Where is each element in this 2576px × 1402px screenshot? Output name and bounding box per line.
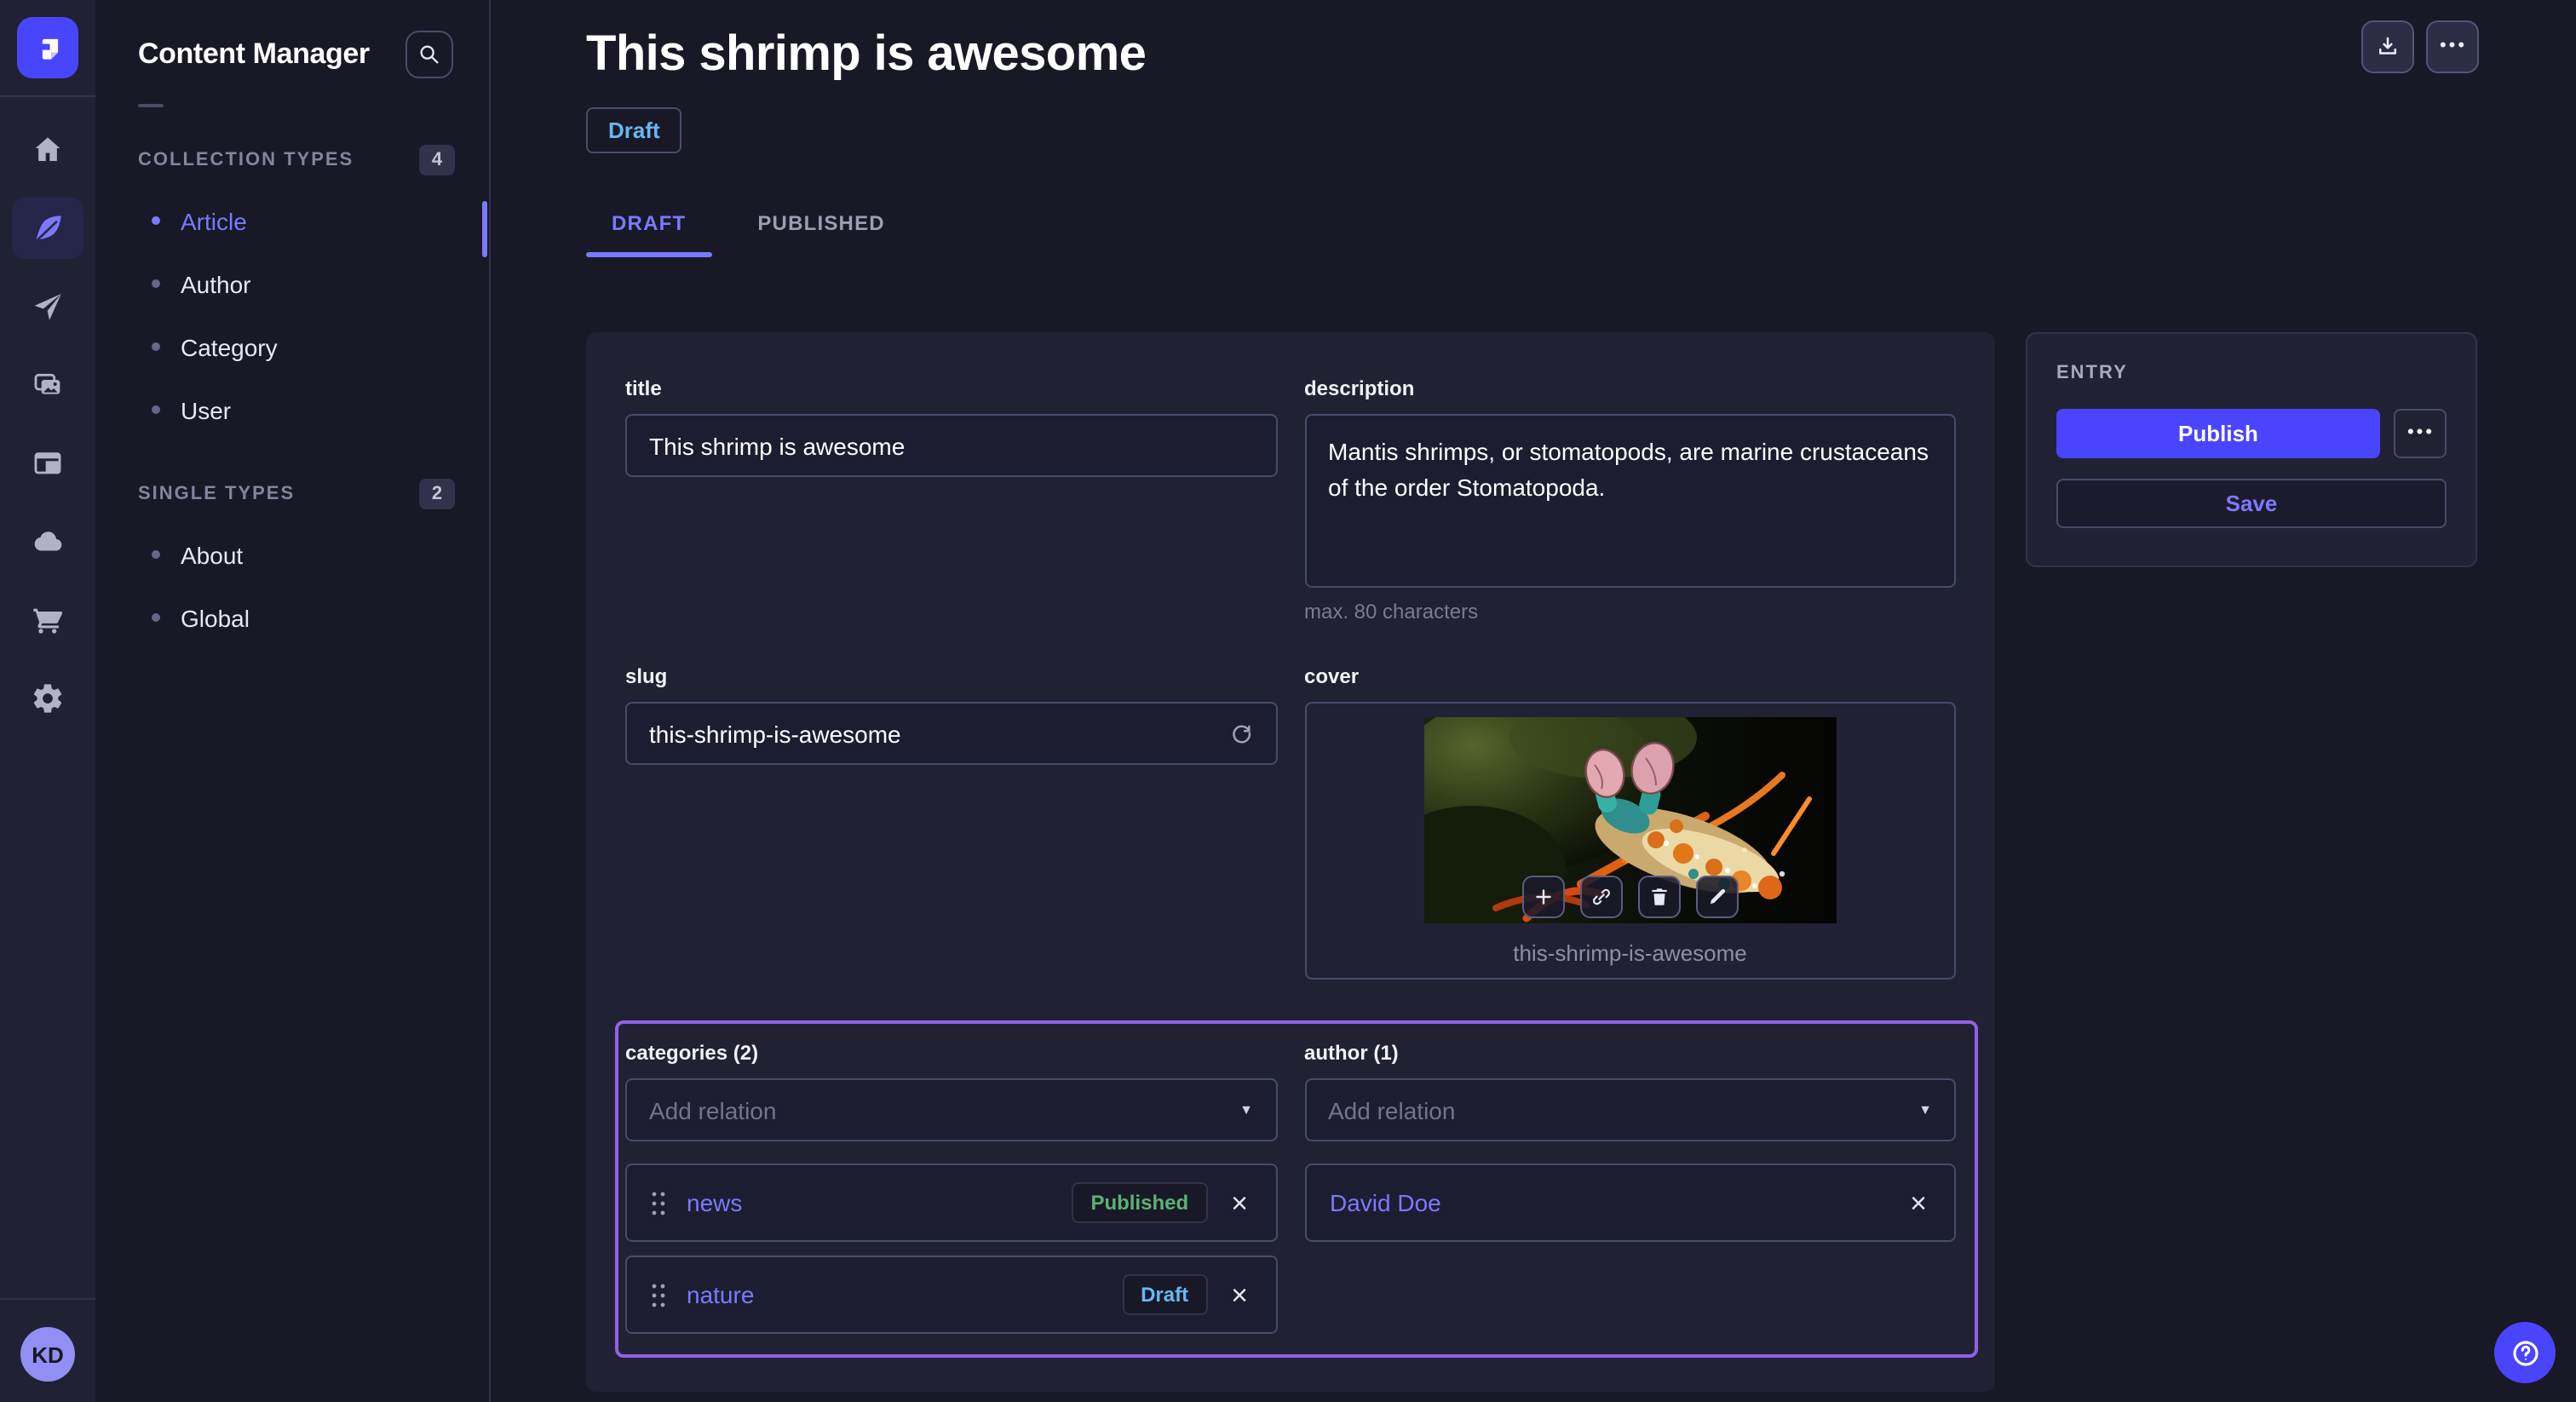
section-label-collection-types: COLLECTION TYPES [138, 150, 354, 170]
status-pill-published: Published [1072, 1182, 1207, 1223]
remove-relation-icon[interactable]: × [1228, 1188, 1251, 1217]
add-media-button[interactable] [1522, 876, 1565, 918]
categories-label: categories (2) [625, 1041, 1277, 1065]
status-badge: Draft [586, 107, 682, 153]
page-title: This shrimp is awesome [586, 27, 2481, 83]
cover-card: this-shrimp-is-awesome [1304, 702, 1956, 980]
status-pill-draft: Draft [1122, 1274, 1207, 1315]
help-button[interactable] [2494, 1322, 2556, 1383]
drag-handle-icon[interactable] [651, 1282, 666, 1307]
relation-row-david-doe: David Doe × [1304, 1164, 1956, 1242]
sidebar-item-article[interactable]: Article [95, 189, 489, 252]
save-button[interactable]: Save [2056, 479, 2447, 528]
app-window: KD Content Manager COLLECTION TYPES 4 Ar… [0, 0, 2576, 1402]
remove-relation-icon[interactable]: × [1228, 1280, 1251, 1309]
delete-media-button[interactable] [1638, 876, 1681, 918]
edit-media-button[interactable] [1696, 876, 1739, 918]
version-tabs: DRAFT PUBLISHED [586, 198, 2481, 257]
subnav-scrollbar-thumb[interactable] [482, 201, 487, 257]
more-actions-button[interactable]: ••• [2426, 20, 2479, 73]
entry-panel-label: ENTRY [2056, 363, 2447, 383]
relation-link-david-doe[interactable]: David Doe [1330, 1189, 1441, 1216]
publish-button[interactable]: Publish [2056, 409, 2380, 458]
remove-relation-icon[interactable]: × [1906, 1188, 1930, 1217]
bullet-icon [152, 342, 160, 351]
sidebar-item-global[interactable]: Global [95, 586, 489, 649]
relation-row-nature: nature Draft × [625, 1255, 1277, 1334]
title-label: title [625, 376, 1277, 400]
drag-handle-icon[interactable] [651, 1190, 666, 1215]
tab-published[interactable]: PUBLISHED [732, 198, 911, 257]
bullet-icon [152, 405, 160, 414]
description-hint: max. 80 characters [1304, 600, 1956, 623]
home-icon[interactable] [12, 119, 83, 181]
field-title: title [625, 376, 1277, 623]
user-avatar[interactable]: KD [20, 1327, 75, 1382]
field-categories: categories (2) Add relation ▼ [625, 1041, 1277, 1334]
field-description: description Mantis shrimps, or stomatopo… [1304, 376, 1956, 623]
chevron-down-icon: ▼ [1918, 1102, 1932, 1118]
section-label-single-types: SINGLE TYPES [138, 484, 295, 504]
description-label: description [1304, 376, 1956, 400]
entry-panel: ENTRY Publish ••• Save [2026, 332, 2477, 567]
cover-filename: this-shrimp-is-awesome [1513, 940, 1747, 966]
bullet-icon [152, 279, 160, 288]
single-types-count-badge: 2 [419, 479, 455, 509]
relation-row-news: news Published × [625, 1164, 1277, 1242]
field-slug: slug [625, 664, 1277, 980]
bullet-icon [152, 550, 160, 559]
categories-add-relation-combobox[interactable]: Add relation ▼ [625, 1078, 1277, 1141]
field-cover: cover [1304, 664, 1956, 980]
chevron-down-icon: ▼ [1239, 1102, 1253, 1118]
sidebar-item-category[interactable]: Category [95, 315, 489, 378]
relations-highlight-panel: categories (2) Add relation ▼ [615, 1020, 1978, 1358]
marketplace-cart-icon[interactable] [12, 589, 83, 651]
cover-label: cover [1304, 664, 1956, 688]
edit-form-card: title description Mantis shrimps, or sto… [586, 332, 1995, 1392]
rail-bottom-divider [0, 1298, 95, 1300]
author-label: author (1) [1304, 1041, 1956, 1065]
content-manager-subnav: Content Manager COLLECTION TYPES 4 Artic… [95, 0, 491, 1402]
main-content: ••• This shrimp is awesome Draft DRAFT P… [491, 0, 2576, 1402]
bullet-icon [152, 613, 160, 622]
description-textarea[interactable]: Mantis shrimps, or stomatopods, are mari… [1304, 414, 1956, 588]
subnav-divider [138, 104, 164, 107]
cloud-deploy-icon[interactable] [12, 511, 83, 572]
author-add-relation-combobox[interactable]: Add relation ▼ [1304, 1078, 1956, 1141]
copy-link-button[interactable] [1580, 876, 1623, 918]
strapi-logo-icon[interactable] [17, 17, 78, 78]
sidebar-item-about[interactable]: About [95, 523, 489, 586]
sidebar-item-author[interactable]: Author [95, 252, 489, 315]
releases-send-icon[interactable] [12, 276, 83, 337]
entry-more-button[interactable]: ••• [2394, 409, 2447, 458]
bullet-icon [152, 216, 160, 225]
title-input[interactable] [649, 432, 1253, 459]
tab-draft[interactable]: DRAFT [586, 198, 711, 257]
relation-link-news[interactable]: news [687, 1189, 742, 1216]
subnav-title: Content Manager [138, 37, 370, 72]
search-button[interactable] [405, 31, 453, 78]
slug-label: slug [625, 664, 1277, 688]
export-download-button[interactable] [2361, 20, 2414, 73]
relation-link-nature[interactable]: nature [687, 1281, 754, 1308]
settings-gear-icon[interactable] [12, 668, 83, 729]
regenerate-slug-icon[interactable] [1228, 721, 1253, 746]
field-author: author (1) Add relation ▼ David Doe [1304, 1041, 1956, 1334]
layout-builder-icon[interactable] [12, 433, 83, 494]
collection-types-count-badge: 4 [419, 145, 455, 175]
main-nav-rail: KD [0, 0, 95, 1402]
slug-input[interactable] [649, 720, 1228, 747]
media-library-icon[interactable] [12, 354, 83, 416]
content-manager-feather-icon[interactable] [12, 198, 83, 259]
sidebar-item-user[interactable]: User [95, 378, 489, 441]
rail-divider [0, 95, 95, 97]
